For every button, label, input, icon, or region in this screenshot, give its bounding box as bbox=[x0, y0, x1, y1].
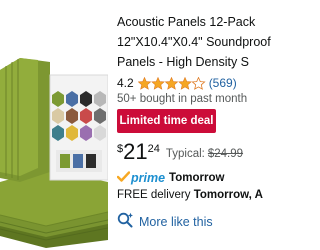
price-row: $ 21 24 Typical: $24.99 bbox=[117, 140, 243, 168]
product-title[interactable]: Acoustic Panels 12-Pack 12"X10.4"X0.4" S… bbox=[117, 12, 277, 72]
price-fraction: 24 bbox=[147, 143, 160, 155]
product-title-line[interactable]: Panels - High Density S bbox=[117, 52, 277, 72]
prime-logo-text: prime bbox=[131, 171, 166, 185]
prime-delivery-row: prime Tomorrow bbox=[116, 168, 225, 188]
prime-delivery-day: Tomorrow bbox=[169, 172, 225, 184]
star-icon bbox=[137, 76, 152, 90]
product-title-line[interactable]: Acoustic Panels 12-Pack bbox=[117, 12, 277, 32]
product-title-line[interactable]: 12"X10.4"X0.4" Soundproof bbox=[117, 32, 277, 52]
product-image[interactable] bbox=[0, 0, 108, 250]
star-icon bbox=[177, 76, 192, 90]
acoustic-panels-photo bbox=[0, 58, 108, 248]
star-icon bbox=[164, 76, 179, 90]
star-icon bbox=[191, 76, 206, 90]
free-delivery-date: Tomorrow, A bbox=[193, 189, 263, 201]
more-like-this-button[interactable]: More like this bbox=[117, 211, 213, 233]
bought-in-past-month: 50+ bought in past month bbox=[117, 93, 248, 105]
star-icon bbox=[150, 76, 165, 90]
limited-time-deal-badge: Limited time deal bbox=[117, 109, 216, 133]
more-like-this-label[interactable]: More like this bbox=[139, 215, 213, 229]
more-like-this-icon bbox=[117, 212, 133, 233]
free-delivery-text: FREE delivery Tomorrow, A bbox=[117, 189, 263, 201]
typical-price-value: $24.99 bbox=[207, 148, 244, 160]
review-count[interactable]: (569) bbox=[209, 76, 237, 90]
price-whole: 21 bbox=[123, 139, 148, 164]
free-delivery-prefix: FREE delivery bbox=[117, 189, 194, 201]
product-details: Acoustic Panels 12-Pack 12"X10.4"X0.4" S… bbox=[116, 0, 271, 250]
rating-value: 4.2 bbox=[117, 76, 134, 90]
star-rating[interactable] bbox=[137, 76, 206, 90]
rating-row[interactable]: 4.2 (569) bbox=[117, 75, 237, 91]
star-rating-graphic bbox=[137, 76, 206, 90]
typical-price-label: Typical: bbox=[165, 148, 205, 160]
prime-check-icon bbox=[116, 169, 131, 187]
